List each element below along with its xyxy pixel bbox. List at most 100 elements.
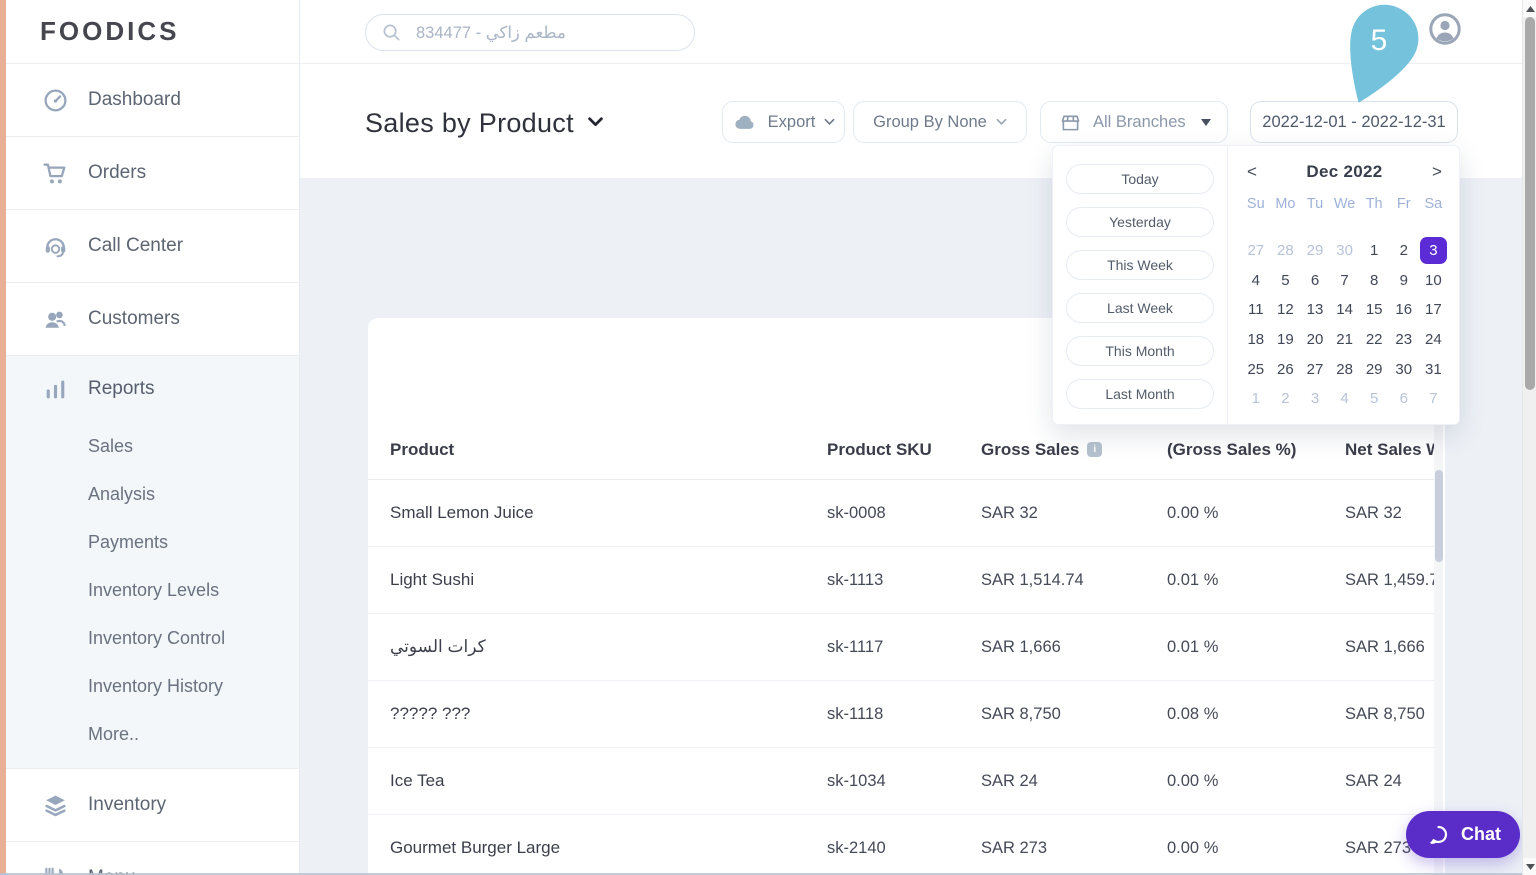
- sidebar-item-sales[interactable]: Sales: [6, 422, 299, 470]
- table-row: Gourmet Burger Large sk-2140 SAR 273 0.00 %…: [368, 815, 1434, 875]
- branches-filter-dropdown[interactable]: All Branches: [1040, 101, 1228, 143]
- sidebar-item-label: Inventory: [88, 794, 167, 815]
- calendar-month-label: Dec 2022: [1306, 162, 1383, 181]
- date-range-input[interactable]: 2022-12-01 - 2022-12-31: [1250, 101, 1458, 143]
- sidebar-nav: Dashboard Orders Call Center Customers Repor…: [6, 64, 299, 875]
- sidebar-item-orders[interactable]: Orders: [6, 137, 299, 210]
- calendar-day[interactable]: 28: [1271, 236, 1301, 266]
- scrollbar-thumb[interactable]: [1525, 17, 1535, 390]
- calendar-day[interactable]: 5: [1271, 266, 1301, 296]
- sidebar-item-more[interactable]: More..: [6, 710, 299, 758]
- calendar-day[interactable]: 6: [1389, 384, 1419, 414]
- group-by-dropdown[interactable]: Group By None: [853, 101, 1027, 143]
- calendar-day[interactable]: 27: [1300, 354, 1330, 384]
- calendar-day[interactable]: 12: [1271, 295, 1301, 325]
- tour-step-number: 5: [1370, 24, 1388, 57]
- calendar-day[interactable]: 5: [1359, 384, 1389, 414]
- calendar-day[interactable]: 26: [1271, 354, 1301, 384]
- quick-range-last-month[interactable]: Last Month: [1066, 379, 1214, 409]
- sidebar-item-menu[interactable]: Menu: [6, 842, 299, 875]
- calendar-day[interactable]: 25: [1241, 354, 1271, 384]
- calendar-day[interactable]: 15: [1359, 295, 1389, 325]
- branches-label: All Branches: [1093, 112, 1186, 131]
- quick-range-last-week[interactable]: Last Week: [1066, 293, 1214, 323]
- calendar-day[interactable]: 23: [1389, 325, 1419, 355]
- calendar-day[interactable]: 6: [1300, 266, 1330, 296]
- calendar-day[interactable]: 2: [1389, 236, 1419, 266]
- cell-gross: SAR 273: [981, 838, 1048, 857]
- cell-gross_pct: 0.01 %: [1167, 570, 1219, 589]
- user-avatar-icon[interactable]: [1428, 12, 1462, 51]
- calendar-next-icon[interactable]: >: [1427, 162, 1447, 182]
- calendar-day[interactable]: 16: [1389, 295, 1419, 325]
- window-scrollbar: [1522, 0, 1536, 875]
- calendar-day[interactable]: 31: [1419, 354, 1449, 384]
- calendar-day[interactable]: 27: [1241, 236, 1271, 266]
- quick-range-yesterday[interactable]: Yesterday: [1066, 207, 1214, 237]
- cell-product: Light Sushi: [390, 570, 475, 589]
- calendar-prev-icon[interactable]: <: [1242, 162, 1262, 182]
- table-header-row: Product Product SKU Gross Sales i (Gross Sal…: [368, 420, 1434, 480]
- export-button[interactable]: Export: [722, 101, 845, 143]
- calendar-day[interactable]: 10: [1419, 266, 1449, 296]
- calendar-day[interactable]: 11: [1241, 295, 1271, 325]
- sidebar-item-call-center[interactable]: Call Center: [6, 210, 299, 283]
- calendar-day[interactable]: 30: [1389, 354, 1419, 384]
- column-header-net-sales-w: Net Sales W: [1345, 439, 1434, 459]
- calendar-day[interactable]: 7: [1419, 384, 1449, 414]
- cell-gross_pct: 0.00 %: [1167, 771, 1219, 790]
- calendar-day[interactable]: 3: [1419, 236, 1449, 266]
- storefront-icon: [1057, 109, 1084, 136]
- cell-gross: SAR 8,750: [981, 704, 1061, 723]
- sidebar-item-reports[interactable]: Reports: [6, 356, 299, 422]
- search-input[interactable]: [414, 22, 682, 43]
- calendar-day[interactable]: 2: [1271, 384, 1301, 414]
- calendar-day[interactable]: 1: [1241, 384, 1271, 414]
- quick-range-today[interactable]: Today: [1066, 164, 1214, 194]
- reports-bar-chart-icon: [42, 376, 69, 403]
- calendar-day[interactable]: 7: [1330, 266, 1360, 296]
- calendar-day[interactable]: 17: [1419, 295, 1449, 325]
- calendar-day[interactable]: 30: [1330, 236, 1360, 266]
- calendar-day[interactable]: 21: [1330, 325, 1360, 355]
- quick-range-this-week[interactable]: This Week: [1066, 250, 1214, 280]
- sidebar-item-inventory-levels[interactable]: Inventory Levels: [6, 566, 299, 614]
- sidebar-item-customers[interactable]: Customers: [6, 283, 299, 356]
- calendar-day[interactable]: 9: [1389, 266, 1419, 296]
- calendar-day[interactable]: 8: [1359, 266, 1389, 296]
- sidebar-item-inventory-control[interactable]: Inventory Control: [6, 614, 299, 662]
- calendar-day[interactable]: 19: [1271, 325, 1301, 355]
- table-scrollbar-thumb[interactable]: [1434, 470, 1443, 562]
- account-search-box[interactable]: [365, 14, 695, 51]
- report-switcher-chevron-down-icon[interactable]: [588, 114, 603, 132]
- sidebar-item-inventory[interactable]: Inventory: [6, 769, 299, 842]
- search-icon: [378, 19, 405, 46]
- calendar-day[interactable]: 29: [1300, 236, 1330, 266]
- sidebar-item-payments[interactable]: Payments: [6, 518, 299, 566]
- foodics-logo: FOODICS: [40, 16, 180, 46]
- calendar-day[interactable]: 1: [1359, 236, 1389, 266]
- column-header-product: Product: [390, 439, 455, 459]
- calendar-day[interactable]: 22: [1359, 325, 1389, 355]
- sidebar-item-inventory-history[interactable]: Inventory History: [6, 662, 299, 710]
- calendar-day[interactable]: 20: [1300, 325, 1330, 355]
- calendar-day[interactable]: 29: [1359, 354, 1389, 384]
- calendar-day[interactable]: 14: [1330, 295, 1360, 325]
- sidebar-item-label: Reports: [88, 378, 155, 399]
- calendar-day[interactable]: 13: [1300, 295, 1330, 325]
- quick-range-this-month[interactable]: This Month: [1066, 336, 1214, 366]
- calendar-day[interactable]: 28: [1330, 354, 1360, 384]
- notifications-bell-icon[interactable]: [1392, 15, 1422, 50]
- calendar-day[interactable]: 24: [1419, 325, 1449, 355]
- calendar-day[interactable]: 18: [1241, 325, 1271, 355]
- calendar-day[interactable]: 4: [1330, 384, 1360, 414]
- calendar-day[interactable]: 3: [1300, 384, 1330, 414]
- info-icon[interactable]: i: [1087, 442, 1103, 457]
- sidebar-item-dashboard[interactable]: Dashboard: [6, 64, 299, 137]
- chat-button[interactable]: Chat: [1406, 811, 1520, 858]
- scrollbar-down-arrow[interactable]: [1523, 858, 1536, 875]
- scrollbar-up-arrow[interactable]: [1523, 0, 1536, 17]
- sidebar-item-analysis[interactable]: Analysis: [6, 470, 299, 518]
- date-range-value: 2022-12-01 - 2022-12-31: [1262, 112, 1446, 131]
- calendar-day[interactable]: 4: [1241, 266, 1271, 296]
